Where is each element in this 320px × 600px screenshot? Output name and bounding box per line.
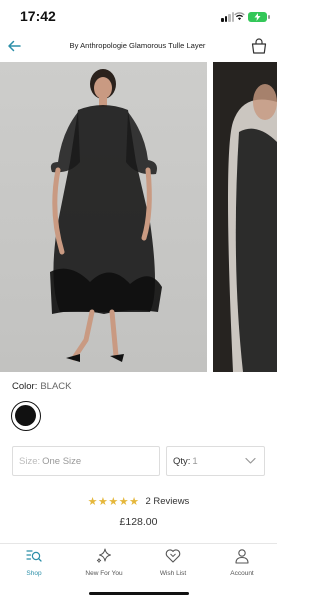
heart-icon	[165, 549, 181, 563]
tab-account-label: Account	[230, 570, 254, 577]
home-indicator	[89, 592, 189, 595]
status-time: 17:42	[20, 8, 56, 24]
battery-charging-icon	[248, 12, 270, 22]
person-icon	[235, 549, 249, 564]
shop-search-icon	[26, 550, 42, 562]
quantity-label: Qty:	[173, 456, 191, 467]
sparkle-icon	[96, 548, 111, 563]
reviews-summary[interactable]: ★★★★★ 2 Reviews	[0, 495, 277, 508]
star-rating: ★★★★★	[87, 496, 140, 508]
size-value: One Size	[42, 456, 82, 467]
page-title: By Anthropologie Glamorous Tulle Layer	[69, 41, 206, 50]
color-value: BLACK	[40, 381, 72, 392]
shopping-bag-icon[interactable]	[250, 37, 268, 55]
tab-shop-label: Shop	[26, 570, 42, 577]
review-count[interactable]: 2 Reviews	[145, 496, 189, 507]
tab-new-for-you[interactable]: New For You	[74, 548, 134, 577]
cellular-signal-icon	[221, 12, 234, 22]
wifi-icon	[234, 12, 245, 21]
color-swatch-selected[interactable]	[11, 401, 41, 431]
tab-wish-list-label: Wish List	[159, 570, 187, 577]
quantity-selector-text: Qty: 1	[173, 456, 198, 467]
status-bar: 17:42	[0, 0, 277, 32]
product-price: £128.00	[119, 516, 158, 528]
tab-wish-list[interactable]: Wish List	[143, 548, 203, 577]
tab-account[interactable]: Account	[212, 548, 272, 577]
color-swatch-black	[15, 405, 36, 426]
size-label: Size:	[19, 456, 41, 467]
tab-shop[interactable]: Shop	[4, 548, 64, 577]
back-arrow-icon[interactable]	[6, 38, 22, 54]
quantity-selector[interactable]: Qty: 1	[166, 446, 265, 476]
nav-header: By Anthropologie Glamorous Tulle Layer	[0, 32, 277, 62]
color-label: Color: BLACK	[12, 381, 72, 392]
size-selector[interactable]: Size: One Size	[12, 446, 160, 476]
size-selector-text: Size: One Size	[19, 456, 81, 467]
quantity-value: 1	[192, 456, 198, 467]
tab-new-for-you-label: New For You	[85, 570, 123, 577]
product-photo-main[interactable]	[0, 62, 207, 372]
product-photo-next[interactable]	[213, 62, 277, 372]
product-image-gallery[interactable]	[0, 62, 277, 372]
chevron-down-icon	[245, 457, 256, 464]
color-label-text: Color:	[12, 381, 38, 392]
